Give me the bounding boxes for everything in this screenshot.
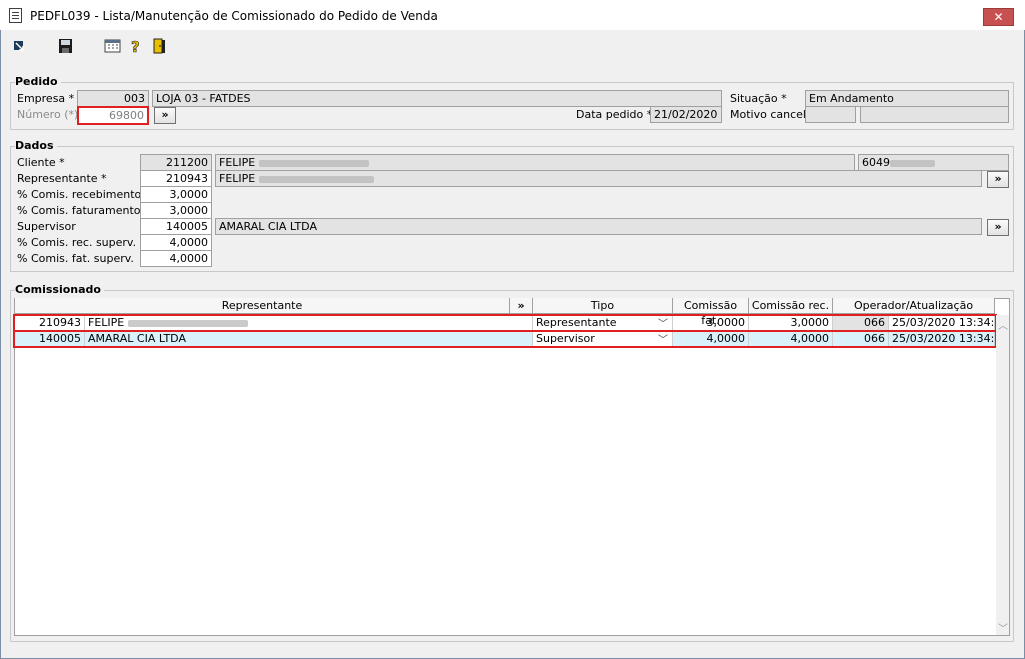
- header-more-button[interactable]: »: [510, 298, 533, 314]
- representante-name-text: FELIPE: [219, 172, 256, 185]
- motivo-cancel-label: Motivo cancel.: [730, 108, 810, 121]
- window-title: PEDFL039 - Lista/Manutenção de Comission…: [30, 9, 438, 23]
- situacao-label: Situação *: [730, 92, 787, 105]
- row1-name[interactable]: FELIPE: [85, 315, 533, 331]
- numero-search-button[interactable]: »: [154, 107, 176, 124]
- row1-tipo-text: Representante: [536, 316, 617, 329]
- row2-atualizacao: 25/03/2020 13:34:16: [889, 331, 995, 347]
- representante-more-button[interactable]: »: [987, 171, 1009, 188]
- empresa-code-field[interactable]: 003: [77, 90, 149, 107]
- header-comissao-rec[interactable]: Comissão rec.: [749, 298, 833, 314]
- cliente-name-field: FELIPE: [215, 154, 855, 171]
- pedido-group-title: Pedido: [15, 75, 61, 88]
- data-pedido-label: Data pedido *: [576, 108, 653, 121]
- row2-name[interactable]: AMARAL CIA LTDA: [85, 331, 533, 347]
- dados-group-title: Dados: [15, 139, 57, 152]
- representante-code-field[interactable]: 210943: [140, 170, 212, 187]
- cliente-name-text: FELIPE: [219, 156, 256, 169]
- cliente-doc-field: 6049: [858, 154, 1009, 171]
- svg-text:?: ?: [131, 38, 140, 54]
- row2-comissao-fat[interactable]: 4,0000: [673, 331, 749, 347]
- situacao-field: Em Andamento: [805, 90, 1009, 107]
- row2-operador: 066: [833, 331, 889, 347]
- comis-fat-superv-label: % Comis. fat. superv.: [17, 252, 134, 265]
- scroll-down-icon[interactable]: ﹀: [998, 620, 1008, 635]
- pedido-group-line: [10, 82, 1014, 83]
- row1-comissao-fat[interactable]: 3,0000: [673, 315, 749, 331]
- row1-name-text: FELIPE: [88, 316, 125, 329]
- row2-tipo-select[interactable]: Supervisor ﹀: [533, 331, 673, 347]
- close-button[interactable]: ✕: [983, 8, 1014, 26]
- redacted-blur: [258, 159, 369, 167]
- header-comissao-fat[interactable]: Comissão fat.: [673, 298, 749, 327]
- cliente-doc-text: 6049: [862, 156, 890, 169]
- document-icon: [9, 8, 22, 23]
- motivo-cancel-desc-field: [860, 106, 1009, 123]
- chevron-down-icon[interactable]: ﹀: [658, 333, 668, 346]
- comis-rec-superv-field[interactable]: 4,0000: [140, 234, 212, 251]
- supervisor-name-field: AMARAL CIA LTDA: [215, 218, 982, 235]
- comissionado-group-title: Comissionado: [15, 283, 104, 296]
- empresa-label: Empresa *: [17, 92, 75, 105]
- row2-comissao-rec[interactable]: 4,0000: [749, 331, 833, 347]
- row1-tipo-select[interactable]: Representante ﹀: [533, 315, 673, 331]
- header-representante[interactable]: Representante: [15, 298, 510, 314]
- row1-code[interactable]: 210943: [15, 315, 85, 331]
- supervisor-more-button[interactable]: »: [987, 219, 1009, 236]
- dados-group-line: [10, 146, 1014, 147]
- numero-field[interactable]: 69800: [77, 106, 149, 125]
- comissionado-group-line: [10, 290, 1014, 291]
- comis-fat-field[interactable]: 3,0000: [140, 202, 212, 219]
- comis-receb-label: % Comis. recebimento: [17, 188, 142, 201]
- exit-icon[interactable]: [11, 38, 28, 54]
- chevron-down-icon[interactable]: ﹀: [658, 317, 668, 330]
- vertical-scrollbar[interactable]: [996, 315, 1009, 635]
- row1-comissao-rec[interactable]: 3,0000: [749, 315, 833, 331]
- row1-atualizacao: 25/03/2020 13:34:16: [889, 315, 995, 331]
- comissionado-grid: [14, 298, 1010, 636]
- calendar-icon[interactable]: [104, 38, 121, 54]
- row2-code[interactable]: 140005: [15, 331, 85, 347]
- redacted-blur: [890, 159, 935, 167]
- representante-name-field: FELIPE: [215, 170, 982, 187]
- numero-label: Número (*): [17, 108, 79, 121]
- scroll-up-icon[interactable]: ︿: [998, 317, 1008, 332]
- header-tipo[interactable]: Tipo: [533, 298, 673, 314]
- cliente-label: Cliente *: [17, 156, 65, 169]
- comis-receb-field[interactable]: 3,0000: [140, 186, 212, 203]
- cliente-code-field[interactable]: 211200: [140, 154, 212, 171]
- motivo-cancel-code-field: [805, 106, 856, 123]
- supervisor-code-field[interactable]: 140005: [140, 218, 212, 235]
- redacted-blur: [127, 319, 248, 327]
- comis-fat-superv-field[interactable]: 4,0000: [140, 250, 212, 267]
- empresa-name-field: LOJA 03 - FATDES: [152, 90, 722, 107]
- data-pedido-field: 21/02/2020: [650, 106, 722, 123]
- row2-tipo-text: Supervisor: [536, 332, 595, 345]
- redacted-blur: [258, 175, 374, 183]
- save-icon[interactable]: [57, 38, 74, 54]
- row1-operador: 066: [833, 315, 889, 331]
- comis-fat-label: % Comis. faturamento: [17, 204, 141, 217]
- help-icon[interactable]: ?: [128, 38, 145, 54]
- header-operador[interactable]: Operador/Atualização: [833, 298, 995, 314]
- representante-label: Representante *: [17, 172, 107, 185]
- comis-rec-superv-label: % Comis. rec. superv.: [17, 236, 137, 249]
- supervisor-label: Supervisor: [17, 220, 76, 233]
- door-icon[interactable]: [151, 38, 168, 54]
